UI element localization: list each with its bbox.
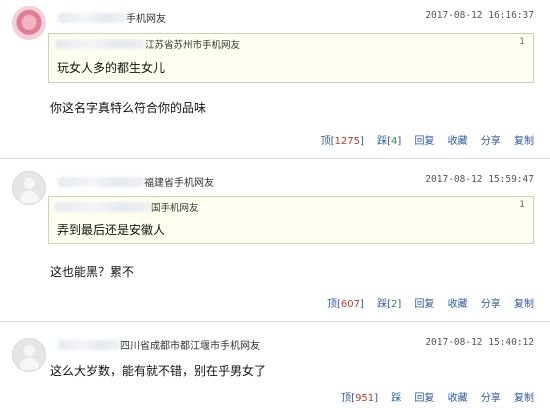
comment-item: 手机网友 2017-08-12 16:16:37 江苏省苏州市手机网友 1 玩女…: [0, 0, 550, 158]
blurred-username: [58, 13, 126, 23]
favorite-button[interactable]: 收藏: [448, 393, 468, 404]
timestamp: 2017-08-12 15:40:12: [425, 337, 534, 348]
downvote-button[interactable]: 踩: [391, 393, 401, 404]
username[interactable]: 福建省手机网友: [58, 174, 214, 189]
reply-button[interactable]: 回复: [414, 299, 434, 310]
downvote-button[interactable]: 踩[2]: [377, 299, 401, 310]
default-avatar-icon: [24, 345, 35, 356]
floor-number: 1: [519, 37, 525, 47]
share-button[interactable]: 分享: [481, 393, 501, 404]
username[interactable]: 手机网友: [58, 10, 166, 25]
copy-button[interactable]: 复制: [514, 136, 534, 147]
quoted-text: 弄到最后还是安徽人: [57, 223, 166, 237]
comment-actions: 顶[951] 踩 回复 收藏 分享 复制: [331, 389, 534, 404]
downvote-button[interactable]: 踩[4]: [377, 136, 401, 147]
comment-item: 福建省手机网友 2017-08-12 15:59:47 国手机网友 1 弄到最后…: [0, 159, 550, 321]
favorite-button[interactable]: 收藏: [448, 299, 468, 310]
reply-button[interactable]: 回复: [414, 393, 434, 404]
comment-text: 你这名字真特么符合你的品味: [50, 101, 207, 115]
upvote-button[interactable]: 顶[607]: [327, 299, 364, 310]
comment-actions: 顶[1275] 踩[4] 回复 收藏 分享 复制: [311, 132, 534, 147]
comment-text: 这么大岁数，能有就不错，别在乎男女了: [50, 364, 267, 378]
comment-item: 四川省成都市都江堰市手机网友 2017-08-12 15:40:12 这么大岁数…: [0, 322, 550, 408]
reply-button[interactable]: 回复: [414, 136, 434, 147]
upvote-button[interactable]: 顶[1275]: [321, 136, 364, 147]
quoted-username[interactable]: 国手机网友: [55, 200, 199, 214]
downvote-count: 2: [390, 299, 398, 310]
share-button[interactable]: 分享: [481, 299, 501, 310]
upvote-button[interactable]: 顶[951]: [341, 393, 378, 404]
quoted-comment: 江苏省苏州市手机网友 1 玩女人多的都生女儿: [48, 33, 534, 83]
quoted-comment: 国手机网友 1 弄到最后还是安徽人: [48, 196, 534, 244]
downvote-count: 4: [390, 136, 398, 147]
timestamp: 2017-08-12 16:16:37: [425, 10, 534, 21]
avatar[interactable]: [12, 6, 46, 40]
avatar[interactable]: [12, 338, 46, 372]
default-avatar-icon: [24, 178, 35, 189]
upvote-count: 951: [355, 393, 375, 404]
favorite-button[interactable]: 收藏: [448, 136, 468, 147]
quoted-username[interactable]: 江苏省苏州市手机网友: [55, 37, 240, 51]
share-button[interactable]: 分享: [481, 136, 501, 147]
copy-button[interactable]: 复制: [514, 393, 534, 404]
username[interactable]: 四川省成都市都江堰市手机网友: [58, 337, 260, 352]
comment-actions: 顶[607] 踩[2] 回复 收藏 分享 复制: [317, 295, 534, 310]
avatar[interactable]: [12, 171, 46, 205]
blurred-username: [55, 39, 145, 49]
upvote-count: 607: [340, 299, 360, 310]
blurred-username: [58, 340, 120, 350]
blurred-username: [55, 202, 151, 212]
upvote-count: 1275: [334, 136, 360, 147]
copy-button[interactable]: 复制: [514, 299, 534, 310]
comment-text: 这也能黑？累不: [50, 265, 135, 279]
floor-number: 1: [519, 200, 525, 210]
blurred-username: [58, 177, 144, 187]
timestamp: 2017-08-12 15:59:47: [425, 174, 534, 185]
quoted-text: 玩女人多的都生女儿: [57, 61, 166, 75]
